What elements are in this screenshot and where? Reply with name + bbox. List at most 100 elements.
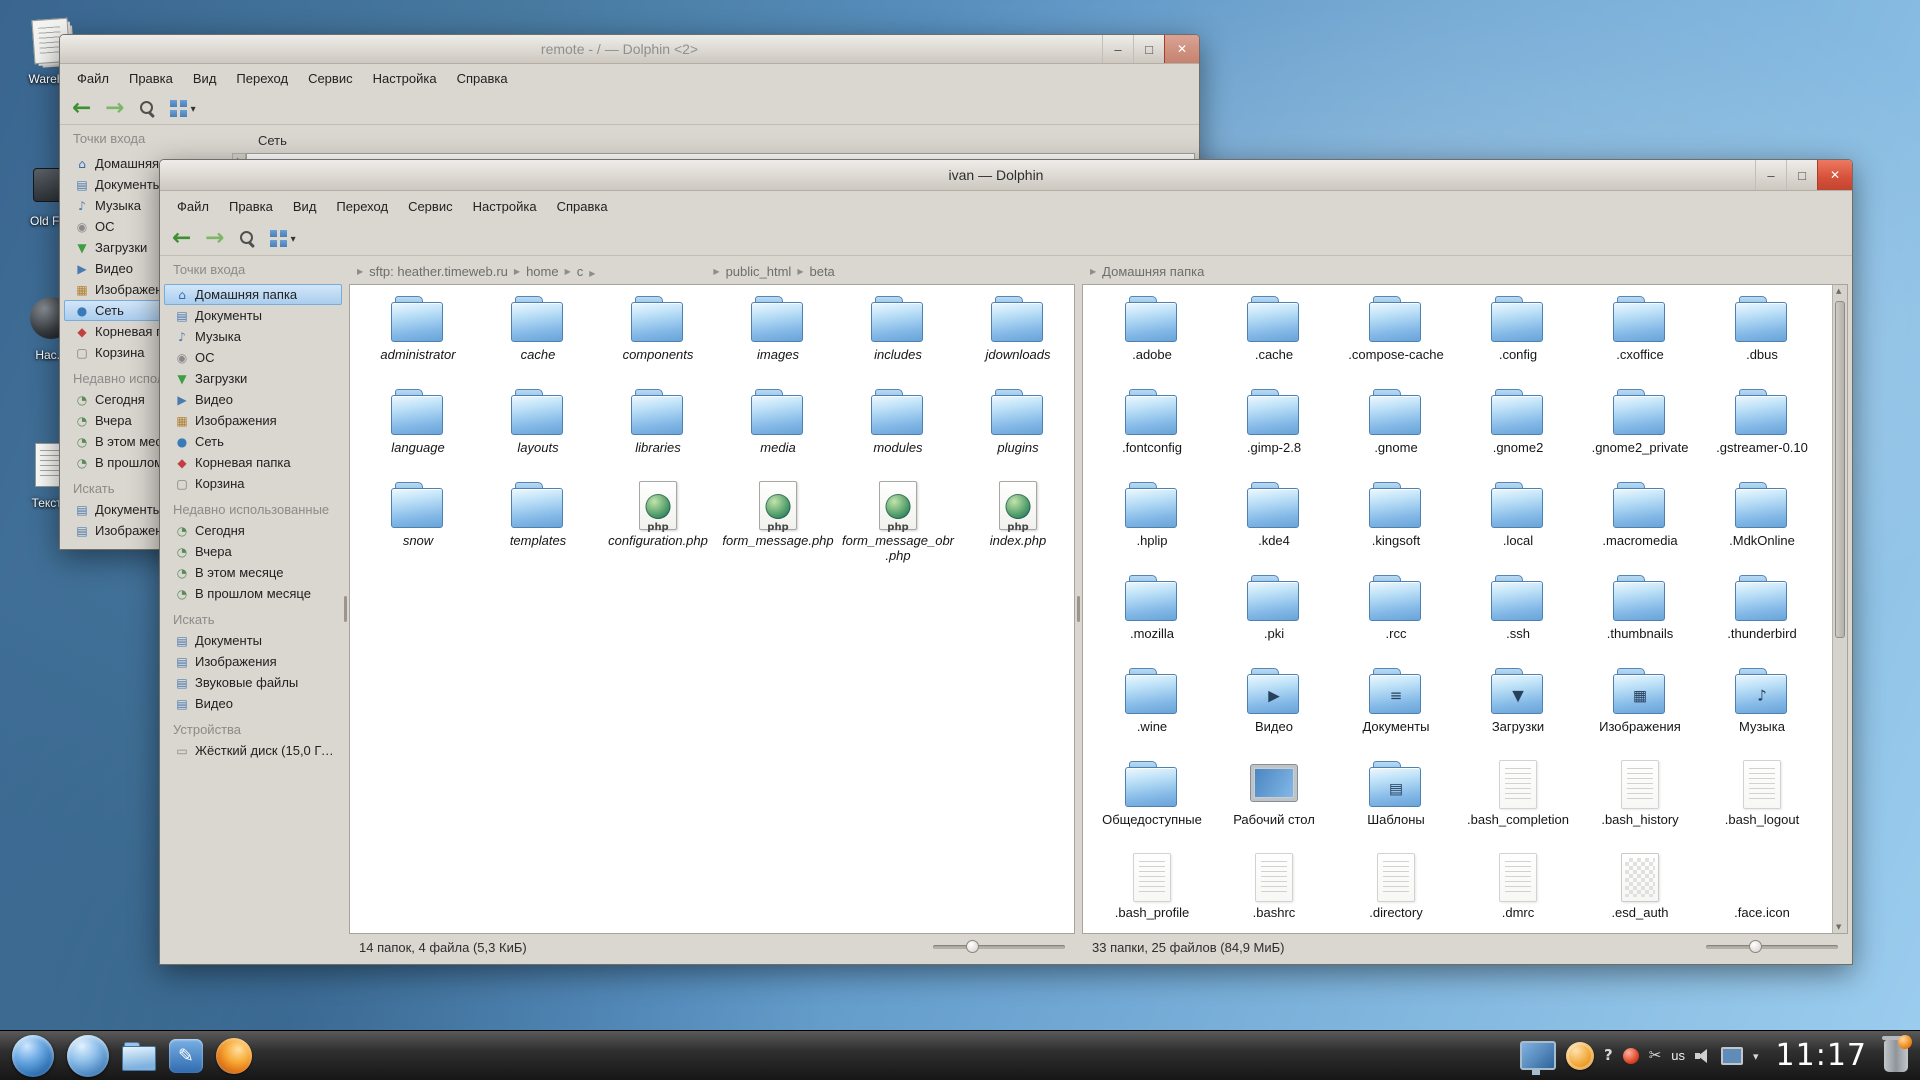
scrollbar[interactable] <box>1832 285 1847 933</box>
settings-tray-icon[interactable] <box>1566 1042 1594 1070</box>
file-item[interactable]: .MdkOnline <box>1701 481 1823 574</box>
file-item[interactable]: .kingsoft <box>1335 481 1457 574</box>
menu-item[interactable]: Настройка <box>464 196 546 217</box>
view-splitter[interactable] <box>1075 258 1082 960</box>
places-item[interactable]: ▼ Загрузки <box>164 368 342 389</box>
file-item[interactable]: php form_message_obr.php <box>838 481 958 574</box>
close-button[interactable] <box>1164 35 1199 63</box>
menu-item[interactable]: Сервис <box>299 68 362 89</box>
menu-item[interactable]: Справка <box>548 196 617 217</box>
menu-item[interactable]: Вид <box>184 68 226 89</box>
view-mode-button[interactable] <box>170 99 196 117</box>
text-editor-icon[interactable] <box>169 1039 203 1073</box>
file-item[interactable]: .ssh <box>1457 574 1579 667</box>
titlebar[interactable]: ivan — Dolphin <box>160 160 1852 191</box>
file-item[interactable]: .adobe <box>1091 295 1213 388</box>
klipper-tray-icon[interactable] <box>1649 1048 1662 1063</box>
file-item[interactable]: .config <box>1457 295 1579 388</box>
file-item[interactable]: ▦ Изображения <box>1579 667 1701 760</box>
breadcrumb-item[interactable]: beta <box>797 264 834 279</box>
file-item[interactable]: .cache <box>1213 295 1335 388</box>
file-item[interactable]: .gimp-2.8 <box>1213 388 1335 481</box>
menu-item[interactable]: Переход <box>327 196 397 217</box>
recent-item[interactable]: ◔ В прошлом месяце <box>164 583 342 604</box>
menu-item[interactable]: Правка <box>220 196 282 217</box>
file-item[interactable]: .directory <box>1335 853 1457 934</box>
file-item[interactable]: .esd_auth <box>1579 853 1701 934</box>
file-item[interactable]: ▤ Шаблоны <box>1335 760 1457 853</box>
file-item[interactable]: .gstreamer-0.10 <box>1701 388 1823 481</box>
file-item[interactable]: language <box>358 388 478 481</box>
maximize-button[interactable] <box>1133 35 1164 63</box>
search-icon[interactable] <box>139 100 156 117</box>
recent-item[interactable]: ◔ Сегодня <box>164 520 342 541</box>
minimize-button[interactable] <box>1755 160 1786 190</box>
file-item[interactable]: Общедоступные <box>1091 760 1213 853</box>
search-item[interactable]: ▤ Документы <box>164 630 342 651</box>
close-button[interactable] <box>1817 160 1852 190</box>
file-item[interactable]: php configuration.php <box>598 481 718 574</box>
recent-item[interactable]: ◔ Вчера <box>164 541 342 562</box>
tray-expander-icon[interactable] <box>1753 1048 1759 1063</box>
monitor-tray-icon[interactable] <box>1721 1047 1743 1065</box>
zoom-slider[interactable] <box>933 934 1065 960</box>
file-item[interactable]: .bash_profile <box>1091 853 1213 934</box>
app-tray-icon[interactable] <box>1623 1048 1639 1064</box>
file-item[interactable]: .gnome2_private <box>1579 388 1701 481</box>
menu-item[interactable]: Файл <box>68 68 118 89</box>
menu-item[interactable]: Переход <box>227 68 297 89</box>
file-item[interactable]: administrator <box>358 295 478 388</box>
breadcrumb-item[interactable]: Домашняя папка <box>1090 264 1204 279</box>
maximize-button[interactable] <box>1786 160 1817 190</box>
file-item[interactable]: .hplip <box>1091 481 1213 574</box>
file-item[interactable]: Рабочий стол <box>1213 760 1335 853</box>
file-item[interactable]: ≡ Документы <box>1335 667 1457 760</box>
show-desktop-button[interactable] <box>67 1035 109 1077</box>
file-item[interactable]: .mozilla <box>1091 574 1213 667</box>
file-item[interactable]: .face.icon <box>1701 853 1823 934</box>
file-item[interactable]: jdownloads <box>958 295 1075 388</box>
file-item[interactable]: libraries <box>598 388 718 481</box>
file-item[interactable]: templates <box>478 481 598 574</box>
file-item[interactable]: modules <box>838 388 958 481</box>
places-item[interactable]: ▤ Документы <box>164 305 342 326</box>
forward-icon[interactable] <box>205 227 224 250</box>
volume-tray-icon[interactable] <box>1695 1049 1711 1063</box>
file-item[interactable]: .fontconfig <box>1091 388 1213 481</box>
file-item[interactable]: .pki <box>1213 574 1335 667</box>
scrollbar-thumb[interactable] <box>1835 301 1845 638</box>
file-manager-icon[interactable] <box>122 1041 156 1071</box>
recent-item[interactable]: ◔ В этом месяце <box>164 562 342 583</box>
file-item[interactable]: .local <box>1457 481 1579 574</box>
menu-item[interactable]: Сервис <box>399 196 462 217</box>
file-item[interactable]: .gnome2 <box>1457 388 1579 481</box>
places-item[interactable]: ◆ Корневая папка <box>164 452 342 473</box>
file-item[interactable]: layouts <box>478 388 598 481</box>
display-tray-icon[interactable] <box>1520 1041 1556 1070</box>
search-item[interactable]: ▤ Видео <box>164 693 342 714</box>
file-item[interactable]: .thunderbird <box>1701 574 1823 667</box>
titlebar[interactable]: remote - / — Dolphin <2> <box>60 35 1199 64</box>
minimize-button[interactable] <box>1102 35 1133 63</box>
back-icon[interactable] <box>172 227 191 250</box>
file-item[interactable]: ▶ Видео <box>1213 667 1335 760</box>
places-item[interactable]: ▶ Видео <box>164 389 342 410</box>
file-item[interactable]: .kde4 <box>1213 481 1335 574</box>
places-item[interactable]: ♪ Музыка <box>164 326 342 347</box>
zoom-slider[interactable] <box>1706 934 1838 960</box>
help-tray-icon[interactable] <box>1604 1048 1613 1063</box>
back-icon[interactable] <box>72 97 91 120</box>
places-item[interactable]: ⌂ Домашняя папка <box>164 284 342 305</box>
menu-item[interactable]: Правка <box>120 68 182 89</box>
breadcrumb-item[interactable]: sftp: heather.timeweb.ru <box>357 264 508 279</box>
panel-splitter[interactable] <box>342 258 349 960</box>
menu-item[interactable]: Вид <box>284 196 326 217</box>
breadcrumb-item[interactable]: public_html <box>713 264 791 279</box>
file-item[interactable]: media <box>718 388 838 481</box>
breadcrumb-item[interactable]: c <box>565 264 584 279</box>
file-item[interactable]: ♪ Музыка <box>1701 667 1823 760</box>
menu-item[interactable]: Настройка <box>364 68 446 89</box>
file-item[interactable]: includes <box>838 295 958 388</box>
places-item[interactable]: ◉ ОС <box>164 347 342 368</box>
search-item[interactable]: ▤ Изображения <box>164 651 342 672</box>
